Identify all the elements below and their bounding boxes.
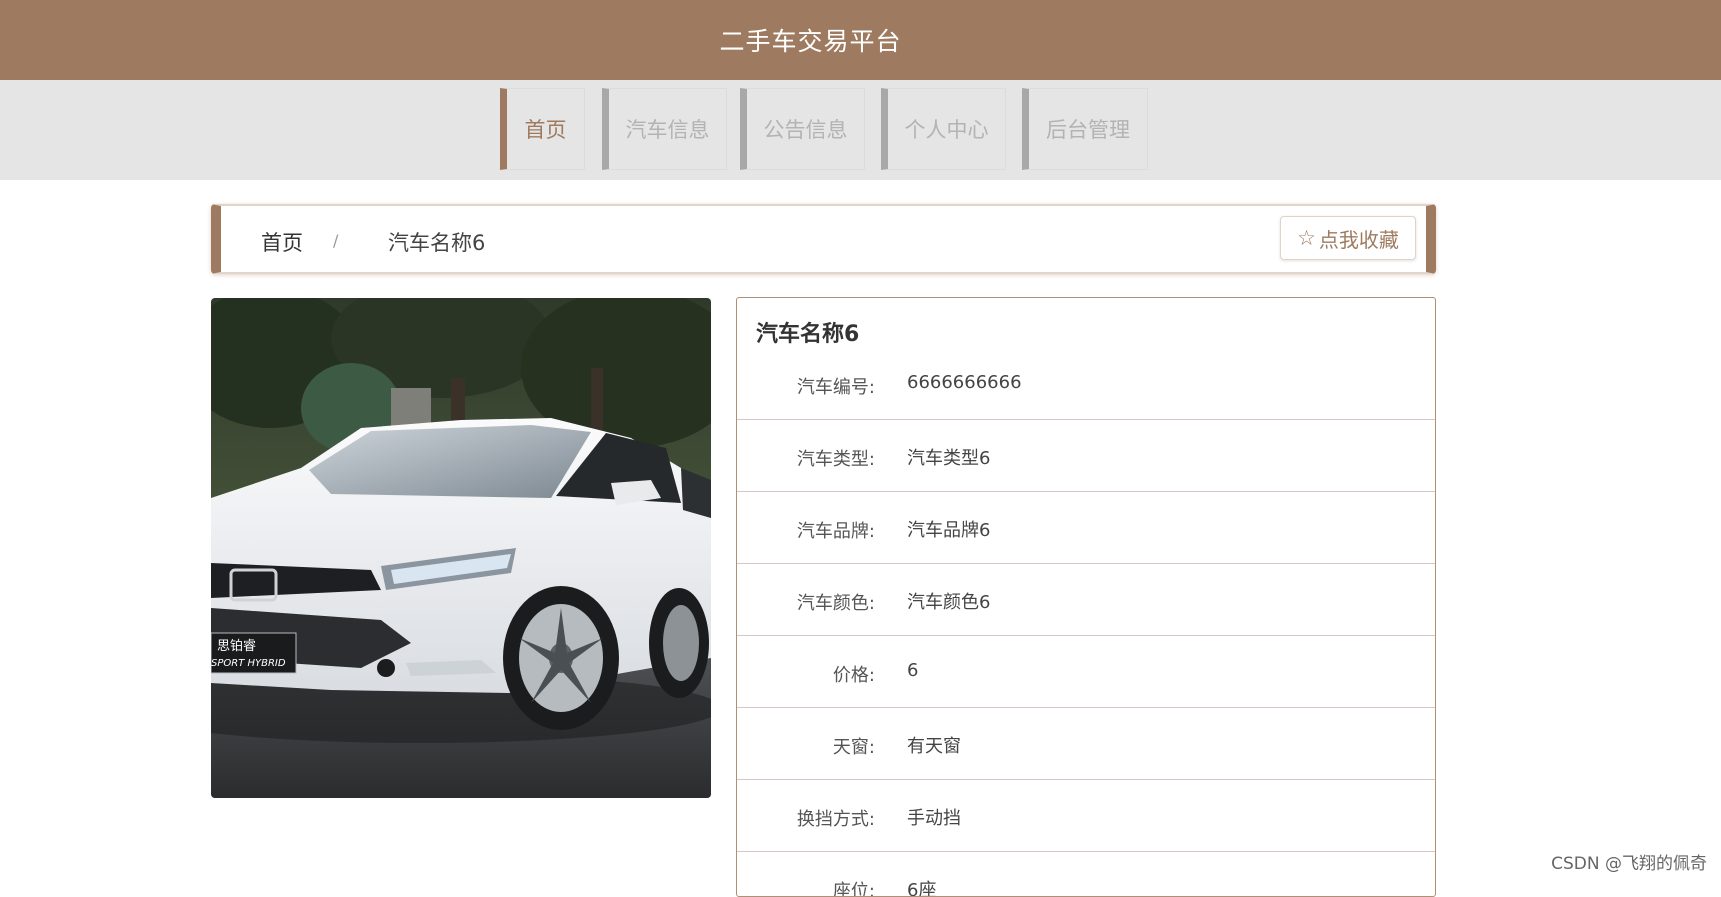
breadcrumb-separator: /: [333, 231, 339, 250]
nav-item-admin[interactable]: 后台管理: [1022, 88, 1148, 170]
detail-row-type: 汽车类型: 汽车类型6: [737, 420, 1435, 492]
nav-item-home[interactable]: 首页: [500, 88, 585, 170]
image-plate-text: 思铂睿: [217, 638, 256, 654]
main-nav: 首页 汽车信息 公告信息 个人中心 后台管理: [0, 80, 1721, 180]
detail-row-price: 价格: 6: [737, 636, 1435, 708]
car-name-heading: 汽车名称6: [756, 322, 860, 347]
breadcrumb-current: 汽车名称6: [388, 231, 486, 255]
favorite-label: 点我收藏: [1318, 227, 1399, 252]
detail-value: 6: [907, 660, 919, 681]
detail-label: 汽车品牌:: [796, 521, 875, 542]
top-header: 二手车交易平台: [0, 0, 1721, 80]
detail-label: 座位:: [832, 881, 875, 897]
detail-value: 手动挡: [907, 808, 961, 829]
breadcrumb-home-link[interactable]: 首页: [261, 227, 303, 257]
detail-label: 汽车颜色:: [796, 593, 875, 614]
detail-value: 6座: [907, 880, 937, 897]
detail-value: 汽车类型6: [907, 448, 991, 469]
nav-item-announcements[interactable]: 公告信息: [740, 88, 865, 170]
detail-label: 天窗:: [832, 737, 875, 758]
detail-row-number: 汽车编号: 6666666666: [737, 348, 1435, 420]
car-image: 思铂睿 SPORT HYBRID: [211, 298, 711, 798]
detail-label: 换挡方式:: [796, 809, 875, 830]
detail-value: 汽车颜色6: [907, 592, 991, 613]
watermark: CSDN @飞翔的佩奇: [1551, 854, 1707, 874]
detail-rows: 汽车编号: 6666666666 汽车类型: 汽车类型6 汽车品牌: 汽车品牌6…: [737, 348, 1435, 897]
car-detail-panel: 汽车名称6 汽车编号: 6666666666 汽车类型: 汽车类型6 汽车品牌:…: [736, 297, 1436, 897]
detail-value: 汽车品牌6: [907, 520, 991, 541]
detail-label: 价格:: [832, 665, 875, 686]
detail-row-brand: 汽车品牌: 汽车品牌6: [737, 492, 1435, 564]
nav-item-car-info[interactable]: 汽车信息: [602, 88, 727, 170]
breadcrumb: 首页 / 汽车名称6 ☆ 点我收藏: [211, 204, 1436, 274]
detail-row-seats: 座位: 6座: [737, 852, 1435, 897]
site-title: 二手车交易平台: [719, 27, 902, 56]
detail-row-sunroof: 天窗: 有天窗: [737, 708, 1435, 780]
detail-value: 有天窗: [907, 736, 961, 757]
star-icon: ☆: [1297, 226, 1316, 250]
detail-row-transmission: 换挡方式: 手动挡: [737, 780, 1435, 852]
image-badge-text: SPORT HYBRID: [211, 658, 286, 669]
detail-label: 汽车类型:: [796, 449, 875, 470]
detail-row-color: 汽车颜色: 汽车颜色6: [737, 564, 1435, 636]
detail-value: 6666666666: [907, 372, 1022, 393]
favorite-button[interactable]: ☆ 点我收藏: [1280, 216, 1416, 260]
detail-label: 汽车编号:: [796, 377, 875, 398]
nav-item-personal-center[interactable]: 个人中心: [881, 88, 1006, 170]
